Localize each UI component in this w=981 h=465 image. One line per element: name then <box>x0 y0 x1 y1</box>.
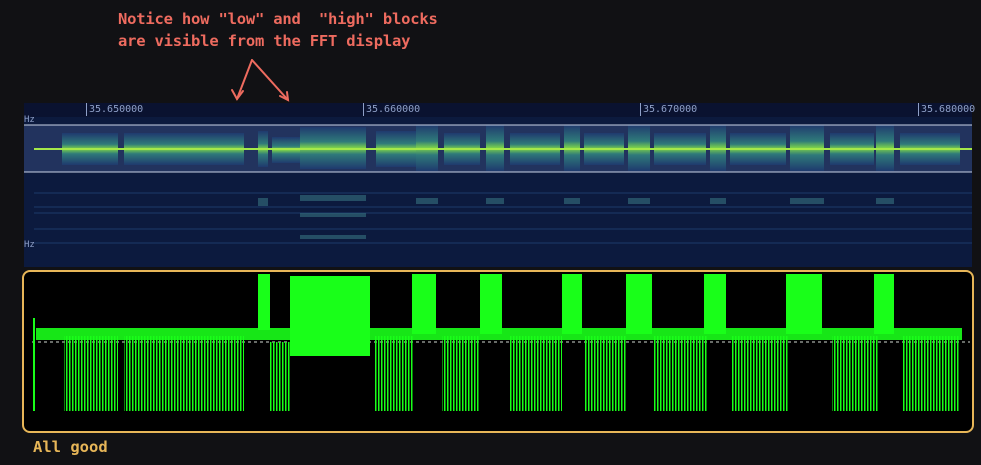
freq-label-2: 35.660000 <box>363 103 420 116</box>
frequency-ruler: 35.650000 35.660000 35.670000 35.680000 <box>24 103 975 117</box>
freq-label-3: 35.670000 <box>640 103 697 116</box>
freq-label-4: 35.680000 <box>918 103 975 116</box>
amplitude-scope[interactable] <box>22 270 974 433</box>
fft-waterfall[interactable] <box>24 103 972 267</box>
hz-label-bottom: Hz <box>24 240 35 250</box>
status-caption: All good <box>33 438 108 456</box>
freq-label-1: 35.650000 <box>86 103 143 116</box>
arrow-right <box>251 59 289 101</box>
annotation-arrows <box>231 59 290 102</box>
amplitude-trace <box>32 274 970 411</box>
arrow-left <box>236 59 253 100</box>
hz-label-top: Hz <box>24 115 35 125</box>
